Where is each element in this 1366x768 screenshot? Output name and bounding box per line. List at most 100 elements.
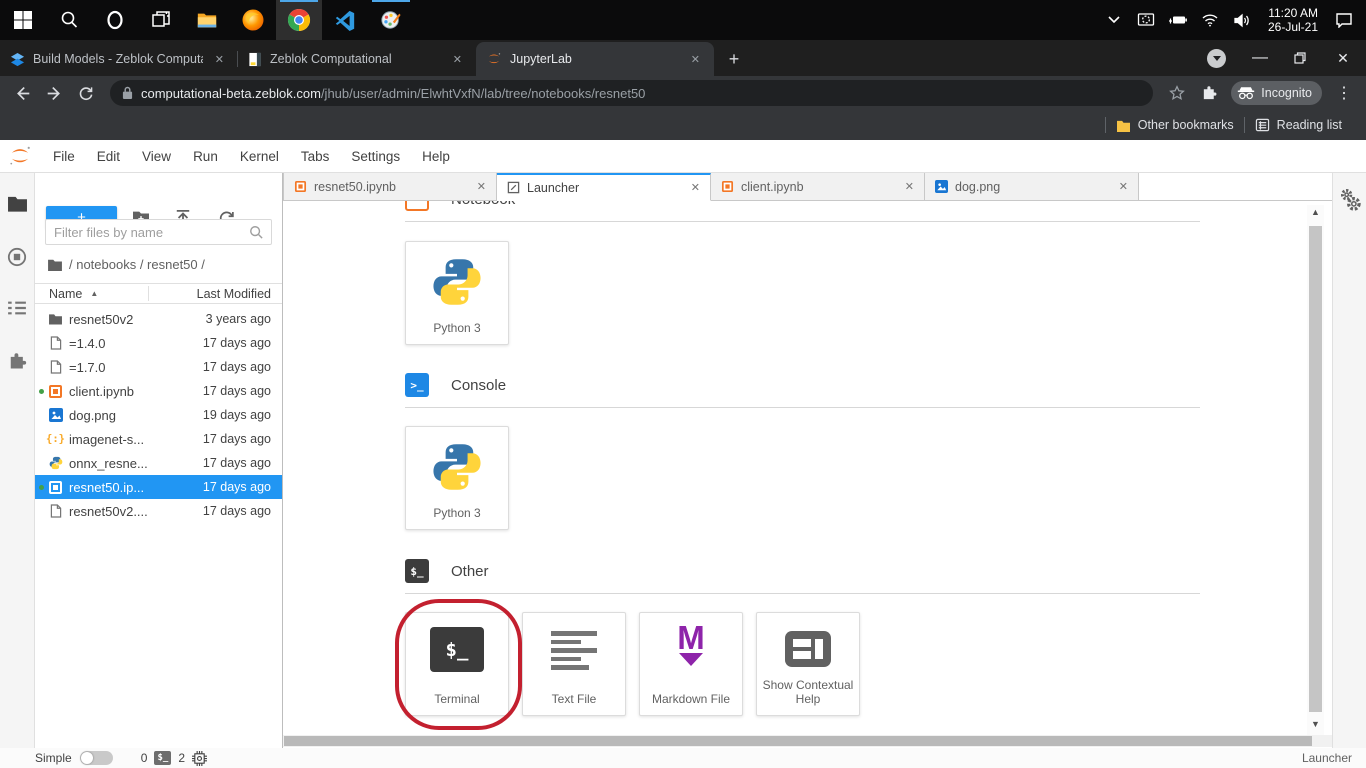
doc-tab-launcher[interactable]: Launcher ✕ — [497, 173, 711, 201]
doc-tab-resnet50[interactable]: resnet50.ipynb ✕ — [283, 173, 497, 200]
forward-button[interactable] — [40, 79, 68, 107]
chrome-tab-strip: Build Models - Zeblok Computati ✕ Zeblok… — [0, 40, 1366, 76]
hidden-icons-chevron[interactable] — [1100, 0, 1128, 40]
file-row[interactable]: dog.png 19 days ago — [35, 403, 282, 427]
filter-files-input[interactable] — [45, 219, 272, 245]
clock-date: 26-Jul-21 — [1268, 20, 1318, 34]
menu-tabs[interactable]: Tabs — [290, 140, 341, 173]
contextual-help-icon — [785, 631, 831, 667]
python-logo — [431, 256, 483, 308]
search-tabs-button[interactable] — [1207, 49, 1226, 68]
paint3d-button[interactable] — [368, 0, 414, 40]
vertical-scrollbar[interactable]: ▲ ▼ — [1307, 205, 1324, 735]
file-row[interactable]: onnx_resne... 17 days ago — [35, 451, 282, 475]
vscode-button[interactable] — [322, 0, 368, 40]
running-kernels-tab-button[interactable] — [7, 247, 27, 267]
new-tab-button[interactable]: + — [720, 45, 748, 73]
sort-by-name-header[interactable]: Name ▲ — [35, 287, 98, 301]
file-row[interactable]: resnet50v2.... 17 days ago — [35, 499, 282, 523]
action-center-button[interactable] — [1330, 0, 1358, 40]
scroll-down-icon[interactable]: ▼ — [1307, 717, 1324, 731]
other-bookmarks-button[interactable]: Other bookmarks — [1106, 118, 1244, 132]
close-tab-icon[interactable]: ✕ — [905, 180, 914, 193]
horizontal-scroll-thumb[interactable] — [284, 736, 1312, 746]
file-row[interactable]: {:} imagenet-s... 17 days ago — [35, 427, 282, 451]
close-tab-icon[interactable]: ✕ — [449, 51, 466, 68]
markdown-icon: M — [677, 623, 705, 666]
restore-button[interactable] — [1280, 40, 1320, 76]
cortana-button[interactable] — [92, 0, 138, 40]
menu-edit[interactable]: Edit — [86, 140, 131, 173]
home-folder-icon — [47, 258, 63, 271]
horizontal-scrollbar[interactable] — [283, 735, 1332, 747]
file-explorer-button[interactable] — [184, 0, 230, 40]
menu-view[interactable]: View — [131, 140, 182, 173]
taskbar-clock[interactable]: 11:20 AM 26-Jul-21 — [1260, 6, 1326, 34]
address-bar[interactable]: computational-beta.zeblok.com/jhub/user/… — [110, 80, 1153, 106]
menu-file[interactable]: File — [42, 140, 86, 173]
menu-run[interactable]: Run — [182, 140, 229, 173]
bookmark-star-button[interactable] — [1163, 79, 1191, 107]
doc-tab-client[interactable]: client.ipynb ✕ — [711, 173, 925, 200]
volume-tray-icon[interactable] — [1228, 0, 1256, 40]
breadcrumb-path[interactable]: / notebooks / resnet50 / — [69, 257, 205, 272]
extensions-tab-button[interactable] — [7, 351, 27, 371]
cast-tray-icon[interactable] — [1132, 0, 1160, 40]
launcher-card-console-python3[interactable]: Python 3 — [405, 426, 509, 530]
browser-tab-build-models[interactable]: Build Models - Zeblok Computati ✕ — [0, 42, 238, 76]
menu-kernel[interactable]: Kernel — [229, 140, 290, 173]
start-button[interactable] — [0, 0, 46, 40]
close-tab-icon[interactable]: ✕ — [1119, 180, 1128, 193]
search-icon — [59, 10, 79, 30]
vertical-scroll-thumb[interactable] — [1309, 226, 1322, 712]
property-inspector-button[interactable] — [1338, 187, 1363, 213]
reload-button[interactable] — [72, 79, 100, 107]
taskbar-search-button[interactable] — [46, 0, 92, 40]
menu-help[interactable]: Help — [411, 140, 461, 173]
back-button[interactable] — [8, 79, 36, 107]
reading-list-button[interactable]: Reading list — [1245, 118, 1352, 132]
wifi-tray-icon[interactable] — [1196, 0, 1224, 40]
close-tab-icon[interactable]: ✕ — [687, 51, 704, 68]
sort-by-modified-header[interactable]: Last Modified — [197, 287, 271, 301]
launcher-card-markdown[interactable]: M Markdown File — [639, 612, 743, 716]
extensions-button[interactable] — [1195, 79, 1223, 107]
notebook-icon — [49, 385, 62, 398]
file-row[interactable]: =1.7.0 17 days ago — [35, 355, 282, 379]
launcher-card-terminal[interactable]: $_ Terminal — [405, 612, 509, 716]
puzzle-icon — [1201, 85, 1218, 102]
document-tab-bar: resnet50.ipynb ✕ Launcher ✕ client.ipynb… — [283, 173, 1332, 201]
doc-tab-dog[interactable]: dog.png ✕ — [925, 173, 1139, 200]
breadcrumb[interactable]: / notebooks / resnet50 / — [47, 255, 205, 273]
file-row[interactable]: resnet50v2 3 years ago — [35, 307, 282, 331]
launcher-card-text-file[interactable]: Text File — [522, 612, 626, 716]
close-window-button[interactable]: ✕ — [1320, 40, 1366, 76]
table-of-contents-tab-button[interactable] — [7, 300, 27, 316]
system-tray: 11:20 AM 26-Jul-21 — [1100, 0, 1366, 40]
battery-tray-icon[interactable] — [1164, 0, 1192, 40]
chrome-button[interactable] — [276, 0, 322, 40]
file-row-selected[interactable]: resnet50.ip... 17 days ago — [35, 475, 282, 499]
launcher-section-console: >_ Console Python 3 — [405, 373, 1332, 530]
browser-tab-jupyterlab[interactable]: JupyterLab ✕ — [476, 42, 714, 76]
menu-settings[interactable]: Settings — [340, 140, 411, 173]
launcher-card-contextual-help[interactable]: Show Contextual Help — [756, 612, 860, 716]
launcher-card-notebook-python3[interactable]: Python 3 — [405, 241, 509, 345]
close-tab-icon[interactable]: ✕ — [691, 181, 700, 194]
jupyterlab-statusbar: Simple 0 $_ 2 Launcher — [0, 748, 1366, 768]
close-tab-icon[interactable]: ✕ — [211, 51, 228, 68]
scroll-up-icon[interactable]: ▲ — [1307, 205, 1324, 219]
minimize-button[interactable]: — — [1240, 40, 1280, 76]
file-row[interactable]: client.ipynb 17 days ago — [35, 379, 282, 403]
browser-tab-zeblok[interactable]: Zeblok Computational ✕ — [238, 42, 476, 76]
kernel-status[interactable]: 0 $_ 2 — [141, 751, 207, 766]
file-browser-tab-button[interactable] — [7, 195, 28, 213]
browser-menu-button[interactable]: ⋮ — [1330, 79, 1358, 107]
simple-mode-toggle[interactable] — [80, 751, 113, 765]
folder-icon — [48, 313, 63, 325]
file-row[interactable]: =1.4.0 17 days ago — [35, 331, 282, 355]
firefox-button[interactable] — [230, 0, 276, 40]
task-view-button[interactable] — [138, 0, 184, 40]
simple-mode-switch[interactable]: Simple — [35, 751, 113, 765]
close-tab-icon[interactable]: ✕ — [477, 180, 486, 193]
